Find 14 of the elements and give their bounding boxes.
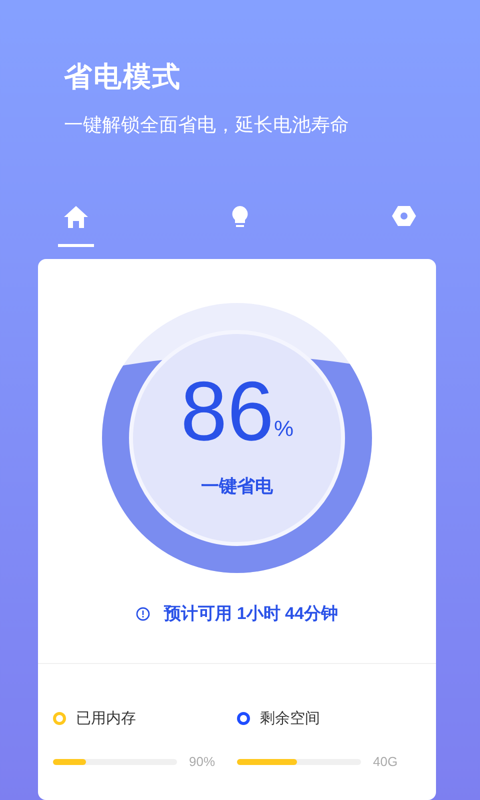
stat-label: 已用内存 — [76, 708, 136, 728]
stat-label: 剩余空间 — [260, 708, 320, 728]
hex-nut-icon — [392, 204, 416, 226]
estimated-time-text: 预计可用 1小时 44分钟 — [164, 603, 338, 625]
stat-value: 90% — [189, 753, 216, 771]
info-icon — [136, 606, 150, 621]
battery-percentage: 86 — [180, 369, 274, 453]
subtitle: 一键解锁全面省电，延长电池寿命 — [64, 114, 350, 138]
percent-sign: % — [274, 415, 294, 443]
page-title: 省电模式 — [64, 60, 183, 94]
power-save-button[interactable]: 一键省电 — [201, 473, 273, 500]
lightbulb-icon — [231, 204, 249, 228]
home-icon — [63, 204, 89, 228]
stat-value: 40G — [373, 753, 398, 771]
